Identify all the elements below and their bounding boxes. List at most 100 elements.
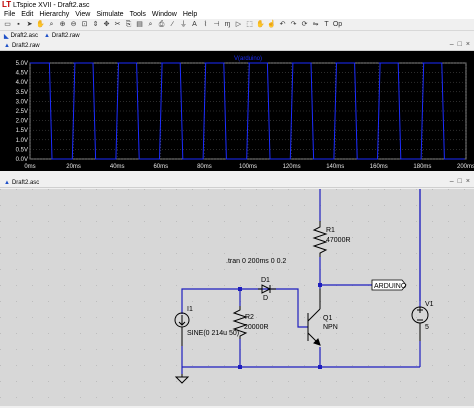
undo-icon[interactable]: ↶ [278,20,287,29]
y-tick-label: 0.0V [16,157,28,163]
y-tick-label: 1.5V [16,128,28,134]
q1-ref-label: Q1 [323,315,332,322]
maximize-icon[interactable]: □ [458,178,462,185]
v1-value-label: 5 [425,324,429,331]
maximize-icon[interactable]: □ [458,41,462,48]
inductor-icon[interactable]: ɱ [223,20,232,29]
x-tick-label: 200ms [457,164,474,170]
find-icon[interactable]: ⌕ [146,20,155,29]
waveform-panel-title: Draft2.raw [11,42,40,49]
y-tick-label: 0.5V [16,147,28,153]
cut-icon[interactable]: ✂ [113,20,122,29]
resistor-icon[interactable]: ⌇ [201,20,210,29]
x-tick-label: 140ms [326,164,344,170]
zoom-out-icon[interactable]: ⊖ [69,20,78,29]
redo-icon[interactable]: ↷ [289,20,298,29]
y-tick-label: 2.0V [16,119,28,125]
r2-value-label: 20000R [244,324,269,331]
save-icon[interactable]: ▪ [14,20,23,29]
y-tick-label: 2.5V [16,109,28,115]
rotate-icon[interactable]: ⟳ [300,20,309,29]
arduino-net-label[interactable]: ARDUINO [371,279,407,291]
folder-icon[interactable]: ▭ [3,20,12,29]
y-tick-label: 5.0V [16,61,28,67]
x-tick-label: 80ms [197,164,212,170]
d1-ref-label: D1 [261,277,270,284]
net-label-text: ARDUINO [374,283,407,290]
copy-icon[interactable]: ⎘ [124,20,133,29]
x-tick-label: 20ms [66,164,81,170]
label-icon[interactable]: A [190,20,199,29]
tab-label: Draft2.raw [51,33,80,39]
autorange-icon[interactable]: ⇕ [91,20,100,29]
tab-draft2-raw[interactable]: ▲ Draft2.raw [44,33,80,39]
schematic-svg: R1 47000R R2 20000R D1 D Q1 NPN I1 SINE(… [0,174,474,406]
zoom-fit-icon[interactable]: ⊡ [80,20,89,29]
i1-ref-label: I1 [187,306,193,313]
menu-hierarchy[interactable]: Hierarchy [39,11,69,18]
schematic-panel-title: Draft2.asc [11,179,40,186]
waveform-window-controls: – □ × [450,41,470,48]
minimize-icon[interactable]: – [450,41,454,48]
schematic-canvas[interactable]: R1 47000R R2 20000R D1 D Q1 NPN I1 SINE(… [0,174,474,406]
drag-icon[interactable]: ☝ [267,20,276,29]
tab-label: Draft2.asc [10,33,38,39]
r1-ref-label: R1 [326,227,335,234]
minimize-icon[interactable]: – [450,178,454,185]
menu-help[interactable]: Help [183,11,197,18]
menu-file[interactable]: File [4,11,15,18]
schematic-panel-titlebar: ▲ Draft2.asc – □ × [0,178,474,188]
x-tick-label: 0ms [24,164,35,170]
y-tick-label: 3.0V [16,99,28,105]
move-icon[interactable]: ✋ [256,20,265,29]
schematic-window-controls: – □ × [450,178,470,185]
spice-directive[interactable]: .tran 0 200ms 0 0.2 [226,258,286,265]
x-tick-label: 180ms [413,164,431,170]
schematic-doc-icon: ▲ [4,179,10,186]
schematic-file-icon: ◣ [4,33,9,40]
halt-icon[interactable]: ✋ [36,20,45,29]
title-bar: LT LTspice XVII - Draft2.asc [0,0,474,10]
toolbar: ▭ ▪ ➤ ✋ ⌕ ⊕ ⊖ ⊡ ⇕ ✥ ✂ ⎘ ▤ ⌕ ⎙ ∕ ⏚ A ⌇ ⊣ ɱ ▷ ⬚ ✋ ☝ ↶ ↷ ⟳ ⇋ T Op [0,19,474,31]
menu-edit[interactable]: Edit [21,11,33,18]
y-tick-label: 4.0V [16,80,28,86]
menu-view[interactable]: View [75,11,90,18]
waveform-plot[interactable]: 0.0V 0.5V 1.0V 1.5V 2.0V 2.5V 3.0V 3.5V 4.0V 4.5V… [0,51,474,171]
mirror-icon[interactable]: ⇋ [311,20,320,29]
v1-ref-label: V1 [425,301,434,308]
x-tick-label: 100ms [239,164,257,170]
q1-value-label: NPN [323,324,338,331]
print-icon[interactable]: ⎙ [157,20,166,29]
zoom-icon[interactable]: ⌕ [47,20,56,29]
series-line [30,62,465,160]
r2-ref-label: R2 [245,314,254,321]
paste-icon[interactable]: ▤ [135,20,144,29]
x-tick-label: 60ms [153,164,168,170]
y-tick-label: 4.5V [16,71,28,77]
run-icon[interactable]: ➤ [25,20,34,29]
menu-simulate[interactable]: Simulate [96,11,123,18]
zoom-in-icon[interactable]: ⊕ [58,20,67,29]
menu-bar: File Edit Hierarchy View Simulate Tools Window… [0,10,474,19]
text-icon[interactable]: T [322,20,331,29]
tab-draft2-asc[interactable]: ◣ Draft2.asc [4,33,38,40]
document-tabs: ◣ Draft2.asc ▲ Draft2.raw [0,31,474,41]
waveform-doc-icon: ▲ [4,42,10,49]
close-icon[interactable]: × [466,178,470,185]
window-title: LTspice XVII - Draft2.asc [13,1,90,9]
grid-background [0,189,474,406]
spice-directive-icon[interactable]: Op [333,20,342,29]
ground-icon[interactable]: ⏚ [179,20,188,29]
x-tick-label: 160ms [370,164,388,170]
menu-tools[interactable]: Tools [130,11,146,18]
chart-title: V(arduino) [234,56,262,62]
pan-icon[interactable]: ✥ [102,20,111,29]
diode-icon[interactable]: ▷ [234,20,243,29]
wire-icon[interactable]: ∕ [168,20,177,29]
menu-window[interactable]: Window [152,11,177,18]
x-tick-label: 40ms [110,164,125,170]
i1-value-label: SINE(0 214u 50) [187,330,239,337]
component-icon[interactable]: ⬚ [245,20,254,29]
capacitor-icon[interactable]: ⊣ [212,20,221,29]
close-icon[interactable]: × [466,41,470,48]
